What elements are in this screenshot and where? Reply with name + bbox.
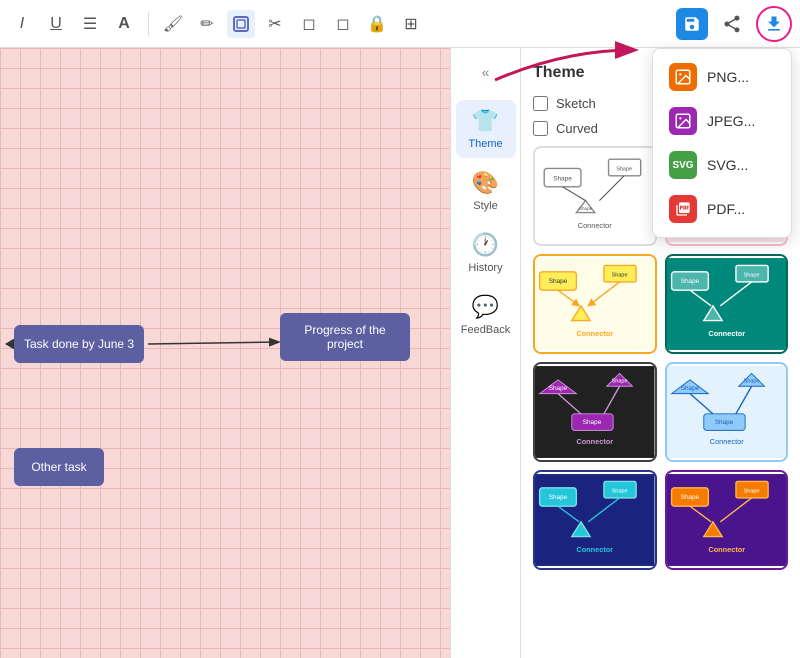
- pencil-btn[interactable]: ✏: [193, 10, 221, 38]
- svg-text:Shape: Shape: [743, 272, 759, 278]
- theme-light-blue[interactable]: Shape Shape Shape Connector: [665, 362, 789, 462]
- svg-text:Shape: Shape: [714, 419, 733, 426]
- png-icon: [669, 63, 697, 91]
- png-label: PNG...: [707, 69, 749, 85]
- nav-feedback[interactable]: 💬 FeedBack: [456, 286, 516, 344]
- export-svg[interactable]: SVG SVG...: [653, 143, 791, 187]
- text-btn[interactable]: A: [110, 10, 138, 38]
- task-text: Task done by June 3: [24, 337, 134, 351]
- shape2-btn[interactable]: ◻: [329, 10, 357, 38]
- svg-text:Shape: Shape: [743, 488, 759, 494]
- export-dropdown: PNG... JPEG... SVG SVG... PDF...: [652, 48, 792, 238]
- svg-text:Shape: Shape: [612, 379, 628, 385]
- svg-text:Connector: Connector: [578, 221, 612, 230]
- grid-btn[interactable]: ⊞: [397, 10, 425, 38]
- svg-text:Shape: Shape: [549, 494, 568, 501]
- export-pdf[interactable]: PDF...: [653, 187, 791, 231]
- style-label: Style: [473, 200, 497, 212]
- task-node[interactable]: Task done by June 3: [14, 325, 144, 363]
- share-button[interactable]: [716, 8, 748, 40]
- svg-text:Shape: Shape: [579, 206, 593, 211]
- sketch-label[interactable]: Sketch: [556, 96, 596, 111]
- cut-btn[interactable]: ✂: [261, 10, 289, 38]
- style-icon: 🎨: [472, 170, 499, 196]
- sketch-checkbox[interactable]: [533, 96, 548, 111]
- svg-text:Shape: Shape: [743, 379, 759, 385]
- export-jpeg[interactable]: JPEG...: [653, 99, 791, 143]
- theme-yellow[interactable]: Shape Shape Connector: [533, 254, 657, 354]
- svg-text:Shape: Shape: [680, 385, 699, 392]
- svg-text:Shape: Shape: [616, 166, 632, 172]
- toolbar-right: [676, 6, 792, 42]
- list-btn[interactable]: ☰: [76, 10, 104, 38]
- theme-default[interactable]: Shape Shape Shape Connector: [533, 146, 657, 246]
- theme-dark-blue[interactable]: Shape Shape Connector: [533, 470, 657, 570]
- theme-dark[interactable]: Shape Shape Shape Connector: [533, 362, 657, 462]
- curved-checkbox[interactable]: [533, 121, 548, 136]
- nav-style[interactable]: 🎨 Style: [456, 162, 516, 220]
- svg-text:Connector: Connector: [709, 437, 743, 446]
- feedback-label: FeedBack: [461, 324, 511, 336]
- italic-btn[interactable]: I: [8, 10, 36, 38]
- progress-node[interactable]: Progress of theproject: [280, 313, 410, 361]
- canvas[interactable]: Task done by June 3 Progress of theproje…: [0, 48, 450, 658]
- theme-label: Theme: [468, 138, 502, 150]
- underline-btn[interactable]: U: [42, 10, 70, 38]
- svg-text:Connector: Connector: [708, 545, 745, 554]
- svg-label: SVG...: [707, 157, 748, 173]
- theme-icon: 👕: [472, 108, 499, 134]
- history-icon: 🕐: [472, 232, 499, 258]
- svg-text:Shape: Shape: [583, 419, 602, 426]
- curved-label[interactable]: Curved: [556, 121, 598, 136]
- other-text: Other task: [31, 460, 86, 474]
- svg-text:Shape: Shape: [680, 494, 699, 501]
- svg-text:Shape: Shape: [680, 278, 699, 285]
- pdf-label: PDF...: [707, 201, 745, 217]
- theme-teal[interactable]: Shape Shape Connector: [665, 254, 789, 354]
- lock-btn[interactable]: 🔒: [363, 10, 391, 38]
- svg-text:Shape: Shape: [549, 385, 568, 392]
- toolbar: I U ☰ A 🖌 ✏ ✂ ◻ ◻ 🔒 ⊞: [0, 0, 800, 48]
- feedback-icon: 💬: [472, 294, 499, 320]
- svg-text:Connector: Connector: [576, 329, 613, 338]
- side-nav: « 👕 Theme 🎨 Style 🕐 History 💬 FeedBack: [450, 48, 520, 658]
- svg-text:Connector: Connector: [576, 545, 613, 554]
- fill-btn[interactable]: 🖌: [159, 10, 187, 38]
- jpeg-icon: [669, 107, 697, 135]
- export-png[interactable]: PNG...: [653, 55, 791, 99]
- collapse-button[interactable]: «: [466, 56, 506, 88]
- history-label: History: [468, 262, 502, 274]
- jpeg-label: JPEG...: [707, 113, 755, 129]
- pdf-icon: [669, 195, 697, 223]
- theme-purple[interactable]: Shape Shape Connector: [665, 470, 789, 570]
- svg-text:Connector: Connector: [708, 329, 745, 338]
- shape-btn[interactable]: ◻: [295, 10, 323, 38]
- select-btn[interactable]: [227, 10, 255, 38]
- svg-text:Shape: Shape: [553, 175, 572, 182]
- svg-text:Shape: Shape: [612, 488, 628, 494]
- divider1: [148, 12, 149, 36]
- svg-text:Shape: Shape: [549, 278, 568, 285]
- save-button[interactable]: [676, 8, 708, 40]
- svg-text:Connector: Connector: [576, 437, 613, 446]
- progress-text: Progress of theproject: [304, 323, 385, 351]
- nav-theme[interactable]: 👕 Theme: [456, 100, 516, 158]
- nav-history[interactable]: 🕐 History: [456, 224, 516, 282]
- svg-text:Shape: Shape: [612, 272, 628, 278]
- export-button[interactable]: [756, 6, 792, 42]
- other-node[interactable]: Other task: [14, 448, 104, 486]
- svg-icon: SVG: [669, 151, 697, 179]
